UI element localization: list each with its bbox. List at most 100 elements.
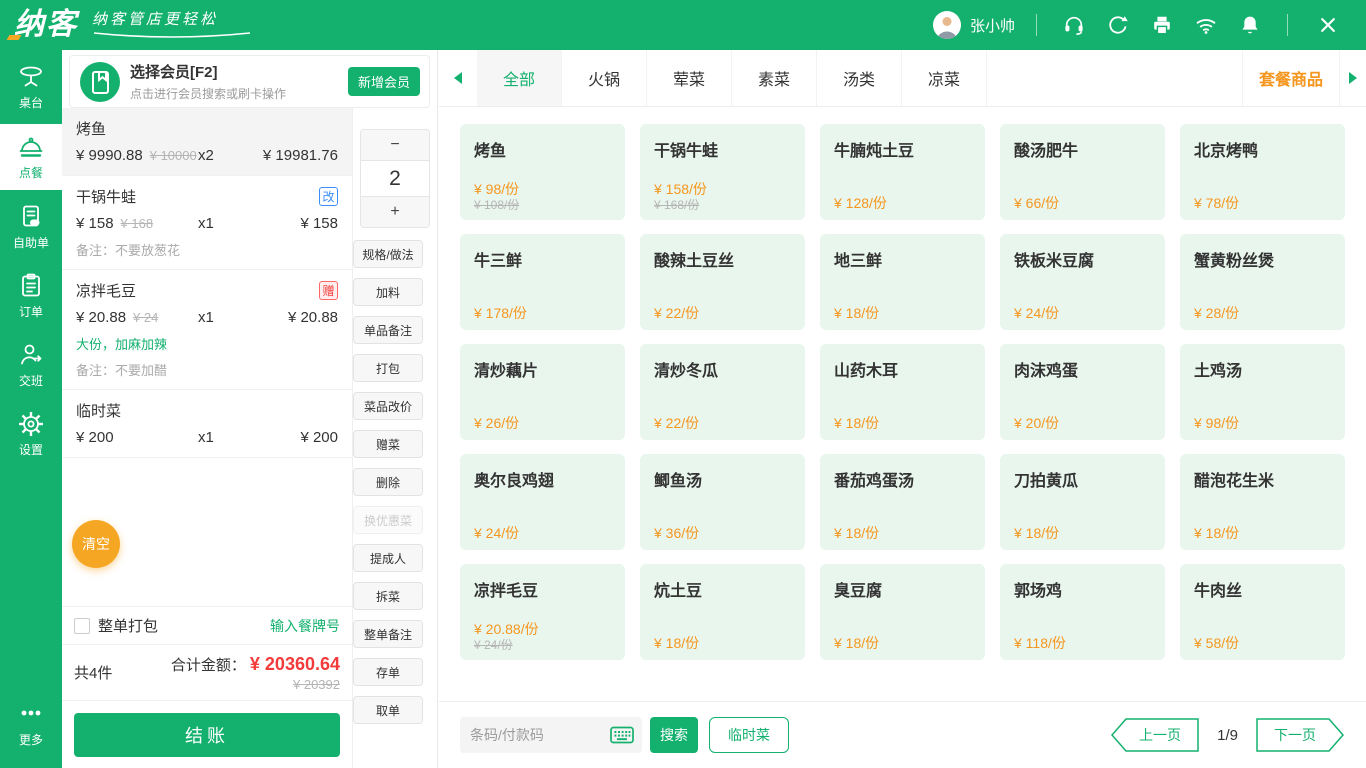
sidebar-item-dine[interactable]: 点餐 xyxy=(0,124,62,190)
action-button-删除[interactable]: 删除 xyxy=(353,468,423,496)
menu-item-card[interactable]: 凉拌毛豆¥ 20.88/份¥ 24/份 xyxy=(460,564,625,660)
member-card-icon xyxy=(80,62,120,102)
menu-item-card[interactable]: 铁板米豆腐¥ 24/份 xyxy=(1000,234,1165,330)
item-count: 共4件 xyxy=(74,662,112,683)
menu-item-name: 酸辣土豆丝 xyxy=(654,247,795,271)
menu-item-card[interactable]: 牛三鲜¥ 178/份 xyxy=(460,234,625,330)
sidebar-item-label: 交班 xyxy=(19,372,43,389)
menu-item-card[interactable]: 地三鲜¥ 18/份 xyxy=(820,234,985,330)
menu-item-price: ¥ 66/份 xyxy=(1014,195,1155,212)
gift-badge[interactable]: 赠 xyxy=(319,281,338,300)
temp-dish-button[interactable]: 临时菜 xyxy=(709,717,789,753)
order-item-original-price: ¥ 168 xyxy=(121,216,154,231)
tab-汤类[interactable]: 汤类 xyxy=(817,50,902,106)
printer-icon[interactable] xyxy=(1151,14,1173,36)
sidebar-item-shift[interactable]: 交班 xyxy=(0,333,62,397)
menu-item-card[interactable]: 清炒藕片¥ 26/份 xyxy=(460,344,625,440)
sidebar-item-orders[interactable]: 订单 xyxy=(0,264,62,328)
menu-item-card[interactable]: 刀拍黄瓜¥ 18/份 xyxy=(1000,454,1165,550)
menu-item-prices: ¥ 24/份 xyxy=(1014,305,1155,322)
modify-badge[interactable]: 改 xyxy=(319,187,338,206)
menu-item-card[interactable]: 烤鱼¥ 98/份¥ 108/份 xyxy=(460,124,625,220)
tabs-scroll-left-icon[interactable] xyxy=(439,50,477,106)
sync-icon[interactable] xyxy=(1107,14,1129,36)
menu-item-prices: ¥ 98/份 xyxy=(1194,415,1335,432)
qty-plus-button[interactable]: + xyxy=(361,197,429,227)
prev-page-button[interactable]: 上一页 xyxy=(1111,718,1199,752)
order-item-header: 凉拌毛豆赠 xyxy=(76,280,338,301)
sidebar-item-settings[interactable]: 设置 xyxy=(0,402,62,466)
menu-item-card[interactable]: 郭场鸡¥ 118/份 xyxy=(1000,564,1165,660)
order-item[interactable]: 烤鱼¥ 9990.88¥ 10000x2¥ 19981.76 xyxy=(62,108,352,176)
menu-item-card[interactable]: 北京烤鸭¥ 78/份 xyxy=(1180,124,1345,220)
next-page-button[interactable]: 下一页 xyxy=(1256,718,1344,752)
action-button-打包[interactable]: 打包 xyxy=(353,354,423,382)
action-button-赠菜[interactable]: 赠菜 xyxy=(353,430,423,458)
menu-item-prices: ¥ 36/份 xyxy=(654,525,795,542)
menu-item-card[interactable]: 臭豆腐¥ 18/份 xyxy=(820,564,985,660)
menu-item-card[interactable]: 番茄鸡蛋汤¥ 18/份 xyxy=(820,454,985,550)
order-item[interactable]: 凉拌毛豆赠¥ 20.88¥ 24x1¥ 20.88大份，加麻加辣备注：不要加醋 xyxy=(62,270,352,390)
tabs-spacer xyxy=(987,50,1243,106)
action-button-加料[interactable]: 加料 xyxy=(353,278,423,306)
tab-全部[interactable]: 全部 xyxy=(477,50,562,106)
close-icon[interactable] xyxy=(1317,14,1339,36)
more-dots-icon xyxy=(17,700,45,728)
tabs-scroll-right-icon[interactable] xyxy=(1340,50,1366,106)
tab-combo-products[interactable]: 套餐商品 xyxy=(1243,50,1340,106)
clear-order-button[interactable]: 清空 xyxy=(72,520,120,568)
menu-item-card[interactable]: 肉沫鸡蛋¥ 20/份 xyxy=(1000,344,1165,440)
pack-checkbox[interactable] xyxy=(74,618,90,634)
search-button[interactable]: 搜索 xyxy=(650,717,698,753)
keyboard-icon[interactable] xyxy=(610,726,634,744)
bell-icon[interactable] xyxy=(1239,14,1261,36)
menu-item-card[interactable]: 奥尔良鸡翅¥ 24/份 xyxy=(460,454,625,550)
menu-item-card[interactable]: 牛肉丝¥ 58/份 xyxy=(1180,564,1345,660)
sidebar-item-more[interactable]: 更多 xyxy=(0,692,62,756)
sidebar-item-table[interactable]: 桌台 xyxy=(0,55,62,119)
user-name[interactable]: 张小帅 xyxy=(970,15,1015,36)
action-button-取单[interactable]: 取单 xyxy=(353,696,423,724)
menu-item-price: ¥ 158/份 xyxy=(654,181,795,198)
action-button-菜品改价[interactable]: 菜品改价 xyxy=(353,392,423,420)
menu-item-card[interactable]: 鲫鱼汤¥ 36/份 xyxy=(640,454,805,550)
sidebar-item-self-order[interactable]: 自助单 xyxy=(0,195,62,259)
tab-素菜[interactable]: 素菜 xyxy=(732,50,817,106)
qty-minus-button[interactable]: − xyxy=(361,130,429,160)
action-button-单品备注[interactable]: 单品备注 xyxy=(353,316,423,344)
menu-item-card[interactable]: 土鸡汤¥ 98/份 xyxy=(1180,344,1345,440)
headset-icon[interactable] xyxy=(1063,14,1085,36)
menu-item-card[interactable]: 酸辣土豆丝 ¥ 22/份 xyxy=(640,234,805,330)
sidebar-item-label: 点餐 xyxy=(19,164,43,181)
checkout-button[interactable]: 结账 xyxy=(74,713,340,757)
menu-item-name: 肉沫鸡蛋 xyxy=(1014,357,1155,381)
menu-item-card[interactable]: 醋泡花生米¥ 18/份 xyxy=(1180,454,1345,550)
member-select-bar[interactable]: 选择会员[F2] 点击进行会员搜索或刷卡操作 新增会员 xyxy=(69,55,430,108)
table-number-link[interactable]: 输入餐牌号 xyxy=(270,616,340,636)
tab-荤菜[interactable]: 荤菜 xyxy=(647,50,732,106)
order-item[interactable]: 干锅牛蛙改¥ 158¥ 168x1¥ 158备注：不要放葱花 xyxy=(62,176,352,270)
barcode-input[interactable] xyxy=(470,727,610,743)
menu-item-card[interactable]: 干锅牛蛙¥ 158/份¥ 168/份 xyxy=(640,124,805,220)
action-button-整单备注[interactable]: 整单备注 xyxy=(353,620,423,648)
action-button-规格/做法[interactable]: 规格/做法 xyxy=(353,240,423,268)
tab-火锅[interactable]: 火锅 xyxy=(562,50,647,106)
menu-item-prices: ¥ 22/份 xyxy=(654,305,795,322)
menu-item-card[interactable]: 牛腩炖土豆¥ 128/份 xyxy=(820,124,985,220)
action-button-存单[interactable]: 存单 xyxy=(353,658,423,686)
tab-凉菜[interactable]: 凉菜 xyxy=(902,50,987,106)
order-item-total: ¥ 19981.76 xyxy=(250,147,338,164)
menu-item-card[interactable]: 山药木耳¥ 18/份 xyxy=(820,344,985,440)
add-member-button[interactable]: 新增会员 xyxy=(348,67,420,96)
menu-item-card[interactable]: 清炒冬瓜¥ 22/份 xyxy=(640,344,805,440)
action-button-提成人[interactable]: 提成人 xyxy=(353,544,423,572)
menu-item-card[interactable]: 蟹黄粉丝煲¥ 28/份 xyxy=(1180,234,1345,330)
wifi-icon[interactable] xyxy=(1195,14,1217,36)
avatar[interactable] xyxy=(933,11,961,39)
order-item[interactable]: 临时菜¥ 200x1¥ 200 xyxy=(62,390,352,458)
menu-item-name: 蟹黄粉丝煲 xyxy=(1194,247,1335,271)
menu-item-card[interactable]: 酸汤肥牛¥ 66/份 xyxy=(1000,124,1165,220)
menu-item-card[interactable]: 炕土豆¥ 18/份 xyxy=(640,564,805,660)
menu-item-original-price: ¥ 168/份 xyxy=(654,198,795,212)
action-button-拆菜[interactable]: 拆菜 xyxy=(353,582,423,610)
